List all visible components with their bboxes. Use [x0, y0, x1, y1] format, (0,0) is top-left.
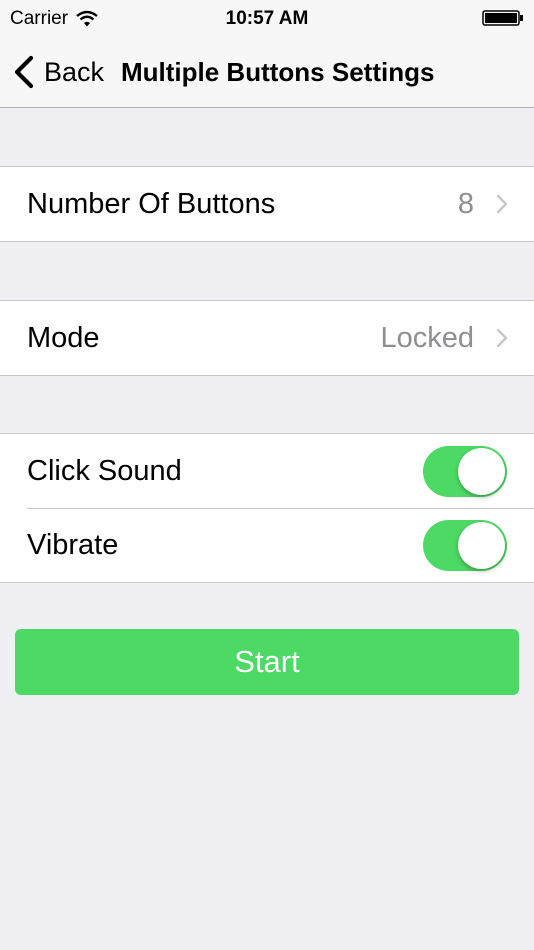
chevron-left-icon	[14, 55, 34, 89]
click-sound-row: Click Sound	[0, 434, 534, 508]
status-time: 10:57 AM	[225, 8, 309, 29]
number-of-buttons-row[interactable]: Number Of Buttons 8	[0, 167, 534, 241]
battery-icon	[482, 10, 523, 26]
chevron-right-icon	[496, 328, 508, 348]
status-bar: Carrier 10:57 AM	[0, 0, 534, 38]
back-button[interactable]: Back	[12, 53, 104, 91]
number-of-buttons-label: Number Of Buttons	[27, 187, 276, 220]
click-sound-label: Click Sound	[27, 454, 182, 487]
mode-row[interactable]: Mode Locked	[0, 301, 534, 375]
toggle-knob	[458, 522, 505, 569]
click-sound-toggle[interactable]	[423, 446, 507, 497]
toggle-knob	[458, 448, 505, 495]
chevron-right-icon	[496, 194, 508, 214]
vibrate-row: Vibrate	[0, 508, 534, 582]
back-label: Back	[44, 56, 105, 87]
navigation-bar: Back Multiple Buttons Settings	[0, 38, 534, 108]
vibrate-label: Vibrate	[27, 528, 119, 561]
mode-group: Mode Locked	[0, 300, 534, 376]
mode-label: Mode	[27, 321, 100, 354]
toggles-group: Click Sound Vibrate	[0, 433, 534, 583]
mode-value: Locked	[380, 321, 474, 354]
vibrate-toggle[interactable]	[423, 520, 507, 571]
number-of-buttons-value: 8	[457, 187, 474, 220]
start-button[interactable]: Start	[15, 629, 519, 695]
page-title: Multiple Buttons Settings	[121, 57, 435, 87]
number-of-buttons-group: Number Of Buttons 8	[0, 166, 534, 242]
